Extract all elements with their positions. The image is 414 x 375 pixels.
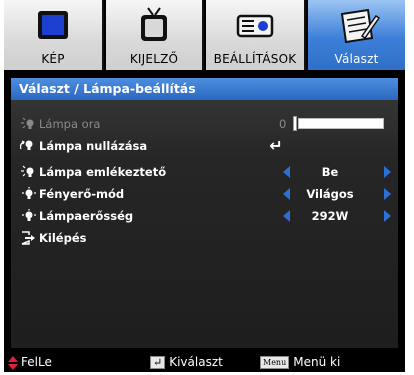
menu-row-label: Lámpa emlékeztető: [39, 165, 167, 179]
enter-key-icon: ↵: [150, 356, 166, 369]
lamp-bulb-icon: [21, 165, 34, 177]
menu-key-icon: Menu: [260, 356, 290, 369]
menu-row-label: Lámpa nullázása: [39, 139, 148, 153]
menu-row-value: Be: [321, 165, 339, 179]
menu-row-lamp-reminder[interactable]: Lámpa emlékeztető Be: [11, 162, 398, 182]
tab-options[interactable]: Választ: [308, 0, 405, 70]
right-arrow-icon[interactable]: [384, 210, 391, 222]
footer-menu-label: Menü ki: [293, 355, 341, 369]
menu-row-lamp-hours[interactable]: Lámpa ora 0: [11, 114, 398, 134]
menu-row-label: Kilépés: [39, 231, 87, 245]
menu-row-value: 292W: [311, 209, 349, 223]
slider-value: 0: [279, 117, 287, 131]
tab-label: KIJELZŐ: [129, 52, 179, 66]
menu-row-lamp-reset[interactable]: Lámpa nullázása ↵: [11, 136, 398, 156]
options-notepad-icon: [340, 8, 380, 44]
left-arrow-icon[interactable]: [283, 210, 290, 222]
menu-row-label: Lámpa ora: [39, 117, 101, 131]
right-arrow-icon[interactable]: [384, 166, 391, 178]
tab-bar: KÉP KIJELZŐ BEÁLLÍTÁSOK Választ: [4, 0, 405, 70]
menu-row-value: Világos: [306, 187, 354, 201]
footer-select-hint: ↵ Kiválaszt: [150, 355, 223, 369]
lamp-hours-slider-track: [298, 118, 384, 129]
picture-icon: [38, 11, 68, 39]
projector-osd-menu: KÉP KIJELZŐ BEÁLLÍTÁSOK Választ Választ …: [4, 0, 405, 372]
menu-row-brightness-mode[interactable]: Fényerő-mód Világos: [11, 184, 398, 204]
bulb-icon: [22, 187, 36, 199]
exit-icon: [21, 231, 35, 245]
enter-icon: ↵: [269, 136, 283, 155]
bulb-icon: [22, 209, 36, 221]
lamp-bulb-icon: [21, 117, 34, 129]
panel-title: Választ / Lámpa-beállítás: [11, 78, 398, 100]
menu-row-lamp-power[interactable]: Lámpaerősség 292W: [11, 206, 398, 226]
tab-picture[interactable]: KÉP: [4, 0, 104, 70]
lamp-reset-icon: [20, 140, 33, 150]
right-arrow-icon[interactable]: [384, 188, 391, 200]
tab-label: BEÁLLÍTÁSOK: [213, 52, 297, 66]
footer-select-label: Kiválaszt: [169, 355, 223, 369]
lamp-hours-slider-handle[interactable]: [293, 116, 297, 131]
tab-label: Választ: [334, 52, 379, 66]
left-arrow-icon[interactable]: [283, 166, 290, 178]
menu-row-label: Lámpaerősség: [39, 209, 134, 223]
tab-settings[interactable]: BEÁLLÍTÁSOK: [206, 0, 306, 70]
tab-display[interactable]: KIJELZŐ: [106, 0, 204, 70]
menu-row-label: Fényerő-mód: [39, 187, 125, 201]
left-arrow-icon[interactable]: [283, 188, 290, 200]
settings-projector-icon: [236, 14, 274, 38]
menu-row-exit[interactable]: Kilépés: [11, 228, 398, 248]
display-tv-icon: [141, 7, 167, 41]
footer-hint-bar: FelLe ↵ Kiválaszt Menu Menü ki: [4, 352, 405, 372]
footer-menu-hint: Menu Menü ki: [260, 355, 340, 369]
footer-nav-label: FelLe: [21, 355, 52, 369]
footer-nav-hint: FelLe: [8, 355, 52, 370]
tab-label: KÉP: [41, 52, 65, 66]
up-down-arrow-icon: [8, 355, 18, 370]
menu-panel: Választ / Lámpa-beállítás Lámpa ora 0 Lá…: [11, 78, 398, 348]
